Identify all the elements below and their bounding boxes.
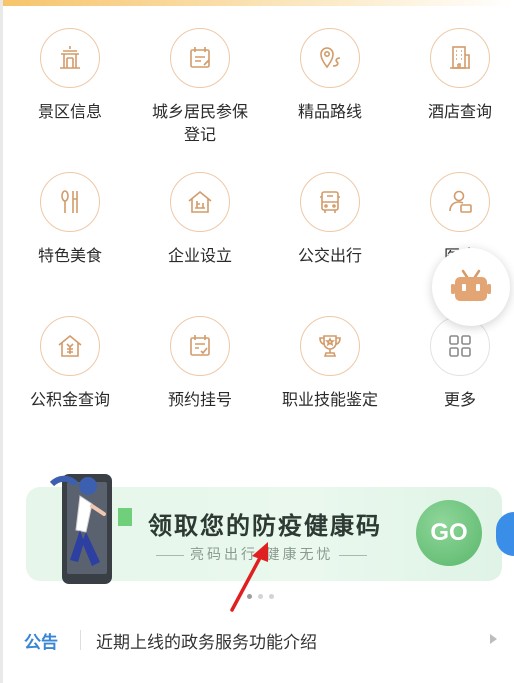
- fork-spoon-icon: [40, 172, 100, 232]
- tile-featured-routes[interactable]: 精品路线: [275, 28, 385, 123]
- left-edge-shade: [0, 0, 3, 683]
- tile-bus-travel[interactable]: 公交出行: [275, 172, 385, 267]
- route-pin-icon: [300, 28, 360, 88]
- tile-enterprise-setup[interactable]: 企业设立: [145, 172, 255, 267]
- notice-tag: 公告: [24, 633, 58, 653]
- tile-label: 特色美食: [37, 246, 102, 265]
- tile-skill-appraisal[interactable]: 职业技能鉴定: [275, 316, 385, 411]
- housing-fund-icon: [40, 316, 100, 376]
- notice-bar[interactable]: 公告 近期上线的政务服务功能介绍: [0, 618, 514, 662]
- tile-label: 公积金查询: [29, 390, 110, 409]
- notice-text[interactable]: 近期上线的政务服务功能介绍: [96, 628, 317, 653]
- notice-divider: [80, 630, 81, 650]
- robot-icon: [451, 269, 491, 301]
- banner-title: 领取您的防疫健康码: [148, 512, 382, 540]
- enterprise-house-icon: [170, 172, 230, 232]
- tile-appointment[interactable]: 预约挂号: [145, 316, 255, 411]
- tile-label: 预约挂号: [167, 390, 232, 409]
- appointment-calendar-icon: [170, 316, 230, 376]
- tile-hotel-search[interactable]: 酒店查询: [405, 28, 514, 123]
- tile-label: 精品路线: [297, 102, 362, 121]
- tile-label: 职业技能鉴定: [281, 390, 378, 409]
- tile-label: 城乡居民参保登记: [151, 102, 248, 144]
- tile-label: 景区信息: [37, 102, 102, 121]
- chevron-right-icon: [490, 634, 497, 644]
- tile-label: 酒店查询: [427, 102, 492, 121]
- tile-label: 企业设立: [167, 246, 232, 265]
- tile-resident-insurance[interactable]: 城乡居民参保登记: [145, 28, 255, 146]
- tile-label: 公交出行: [297, 246, 362, 265]
- red-arrow-annotation: [230, 542, 268, 612]
- assistant-robot-button[interactable]: [432, 248, 510, 326]
- go-button[interactable]: GO: [416, 500, 482, 566]
- registration-form-icon: [170, 28, 230, 88]
- scenic-building-icon: [40, 28, 100, 88]
- more-grid-icon: [430, 316, 490, 376]
- tile-label: 更多: [443, 390, 476, 409]
- tile-scenic-info[interactable]: 景区信息: [15, 28, 125, 123]
- hotel-building-icon: [430, 28, 490, 88]
- top-gradient-strip: [0, 0, 514, 6]
- tile-more[interactable]: 更多: [405, 316, 514, 411]
- trophy-icon: [300, 316, 360, 376]
- tile-local-food[interactable]: 特色美食: [15, 172, 125, 267]
- phone-illustration: [49, 474, 132, 584]
- tile-housing-fund[interactable]: 公积金查询: [15, 316, 125, 411]
- medical-person-icon: [430, 172, 490, 232]
- bus-icon: [300, 172, 360, 232]
